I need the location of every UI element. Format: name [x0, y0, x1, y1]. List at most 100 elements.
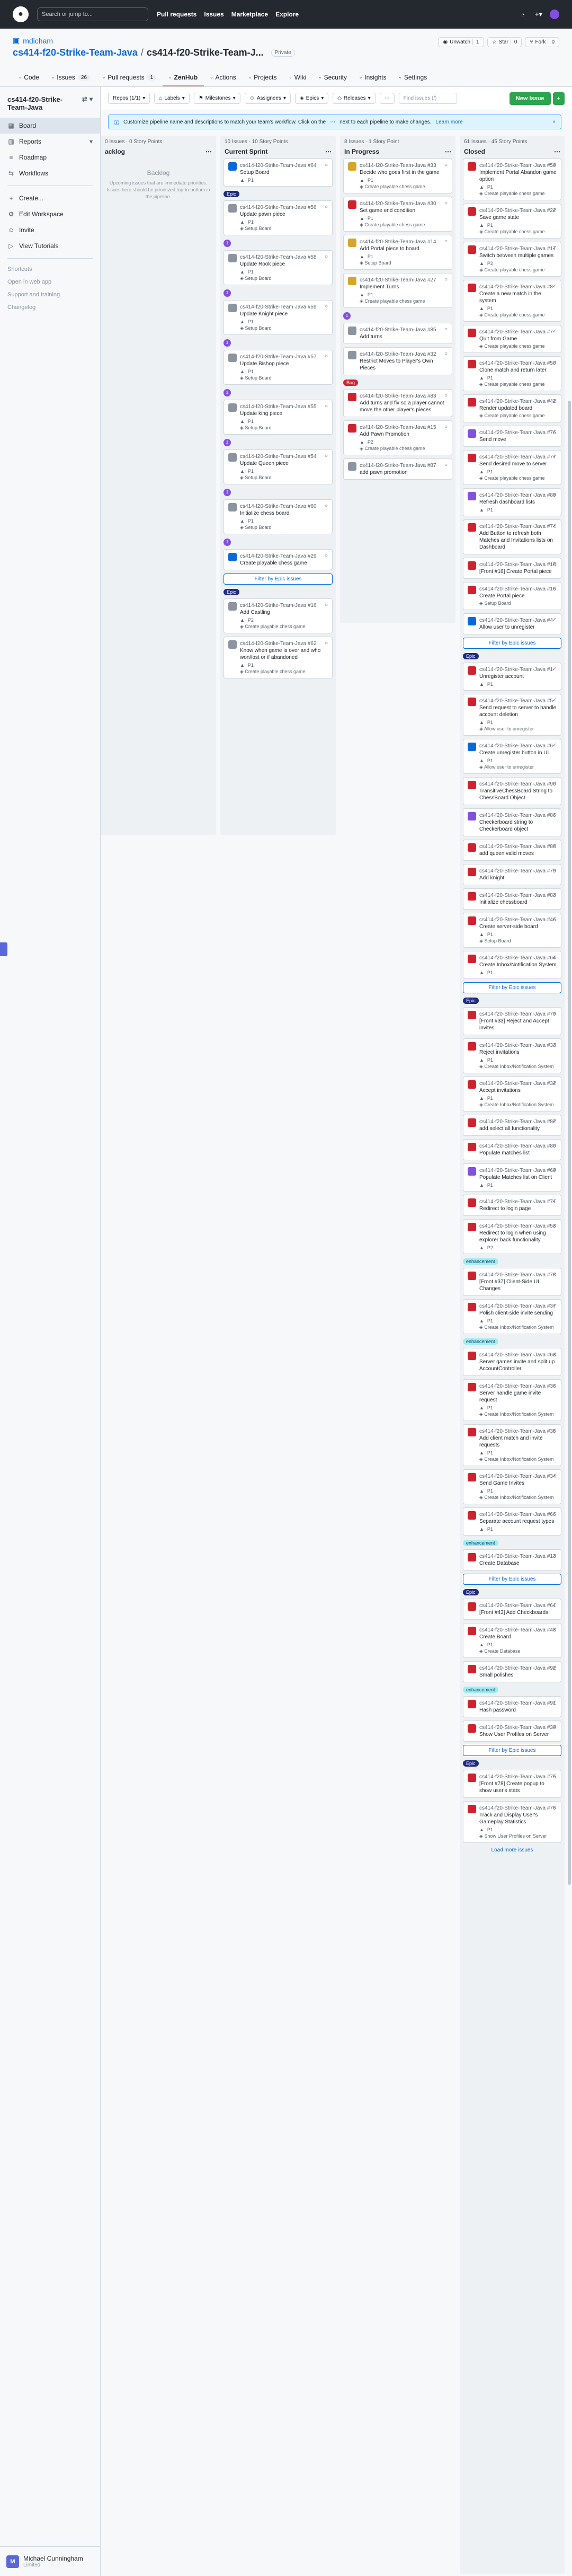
issue-card[interactable]: cs414-f20-Strike-Team-Java #53 Redirect t… [463, 1219, 561, 1254]
sidebar-link-changelog[interactable]: Changelog [0, 301, 100, 314]
sidebar-item-reports[interactable]: ▥ Reports ▾ [0, 134, 100, 149]
issue-card[interactable]: cs414-f20-Strike-Team-Java #59 Update Kni… [224, 300, 333, 335]
issue-card[interactable]: cs414-f20-Strike-Team-Java #43 Create Boa… [463, 1623, 561, 1658]
issue-card[interactable]: cs414-f20-Strike-Team-Java #75 [Front #78… [463, 1770, 561, 1798]
issue-card[interactable]: cs414-f20-Strike-Team-Java #18 [Front #16… [463, 558, 561, 579]
issue-card[interactable]: cs414-f20-Strike-Team-Java #15 Add Pawn P… [343, 420, 452, 455]
issue-card[interactable]: cs414-f20-Strike-Team-Java #7 Quit from G… [463, 325, 561, 353]
issue-card[interactable]: cs414-f20-Strike-Team-Java #63 Server gam… [463, 1348, 561, 1376]
sidebar-collapse-handle[interactable] [0, 942, 7, 956]
issue-card[interactable]: cs414-f20-Strike-Team-Java #50 Clone matc… [463, 356, 561, 391]
nav-issues[interactable]: Issues [204, 11, 224, 18]
issue-card[interactable]: cs414-f20-Strike-Team-Java #36 Server han… [463, 1379, 561, 1421]
sidebar-link-web-app[interactable]: Open in web app [0, 276, 100, 288]
sidebar-item-workflows[interactable]: ⇆ Workflows [0, 165, 100, 181]
issue-card[interactable]: cs414-f20-Strike-Team-Java #29 Create pla… [224, 549, 333, 570]
pipeline-title[interactable]: Current Sprint ⋯ [220, 147, 336, 158]
issue-card[interactable]: cs414-f20-Strike-Team-Java #5 Send reques… [463, 694, 561, 736]
unwatch-button[interactable]: ◉ Unwatch 1 [438, 37, 484, 47]
tab-settings[interactable]: ◦ Settings [393, 69, 434, 86]
issue-card[interactable]: cs414-f20-Strike-Team-Java #16 Add Castli… [224, 598, 333, 633]
issue-card[interactable]: cs414-f20-Strike-Team-Java #6 Create unre… [463, 739, 561, 774]
nav-explore[interactable]: Explore [275, 11, 299, 18]
nav-marketplace[interactable]: Marketplace [231, 11, 268, 18]
issue-card[interactable]: cs414-f20-Strike-Team-Java #34 Send Game … [463, 1469, 561, 1504]
more-icon[interactable]: ⋯ [445, 148, 451, 155]
issue-card[interactable]: cs414-f20-Strike-Team-Java #74 Add Button… [463, 519, 561, 554]
scrollbar-thumb[interactable] [568, 401, 571, 1885]
issue-card[interactable]: cs414-f20-Strike-Team-Java #56 Update paw… [224, 200, 333, 235]
issue-card[interactable]: cs414-f20-Strike-Team-Java #54 Update Que… [224, 449, 333, 484]
issue-card[interactable]: cs414-f20-Strike-Team-Java #69 Populate M… [463, 1163, 561, 1192]
issue-card[interactable]: cs414-f20-Strike-Team-Java #86 Checkerboa… [463, 808, 561, 836]
issue-card[interactable]: cs414-f20-Strike-Team-Java #13 Create Dat… [463, 1549, 561, 1571]
filter-labels[interactable]: ⌂ Labels ▾ [154, 93, 190, 104]
issue-card[interactable]: cs414-f20-Strike-Team-Java #37 Polish cli… [463, 1299, 561, 1334]
tab-projects[interactable]: ◦ Projects [243, 69, 283, 86]
sidebar-link-shortcuts[interactable]: Shortcuts [0, 263, 100, 276]
issue-card[interactable]: cs414-f20-Strike-Team-Java #61 [Front #43… [463, 1599, 561, 1620]
filter-by-epic-button[interactable]: Filter by Epic issues [463, 982, 561, 993]
tab-zenhub[interactable]: ◦ ZenHub [163, 69, 204, 86]
issue-card[interactable]: cs414-f20-Strike-Team-Java #78 [Front #37… [463, 1268, 561, 1296]
repo-name-link[interactable]: cs414-f20-Strike-Team-Java [13, 47, 138, 58]
issue-card[interactable]: cs414-f20-Strike-Team-Java #27 Implement … [343, 273, 452, 308]
tab-security[interactable]: ◦ Security [312, 69, 353, 86]
avatar[interactable] [550, 10, 559, 19]
issue-card[interactable]: cs414-f20-Strike-Team-Java #66 Separate a… [463, 1507, 561, 1536]
pipeline-title[interactable]: acklog ⋯ [101, 147, 216, 158]
issue-card[interactable]: cs414-f20-Strike-Team-Java #76 Send move ✓ [463, 426, 561, 447]
filter-milestones[interactable]: ⚑ Milestones ▾ [193, 93, 240, 104]
issue-card[interactable]: cs414-f20-Strike-Team-Java #14 Add Portal… [343, 235, 452, 270]
chevron-down-icon[interactable]: ▾ [90, 95, 93, 111]
filter-by-epic-button[interactable]: Filter by Epic issues [463, 1574, 561, 1585]
more-icon[interactable]: ⋯ [325, 148, 332, 155]
issue-card[interactable]: cs414-f20-Strike-Team-Java #71 Redirect t… [463, 1195, 561, 1216]
more-filters-button[interactable]: ⋯ [379, 93, 395, 104]
close-icon[interactable]: × [552, 119, 556, 125]
issue-card[interactable]: cs414-f20-Strike-Team-Java #39 Show User … [463, 1721, 561, 1742]
issue-card[interactable]: cs414-f20-Strike-Team-Java #64 Setup Boar… [224, 158, 333, 187]
load-more-link[interactable]: Load more issues [460, 1847, 565, 1853]
filter-by-epic-button[interactable]: Filter by Epic issues [463, 638, 561, 649]
tab-actions[interactable]: ◦ Actions [204, 69, 243, 86]
zenhub-workspace-name[interactable]: cs414-f20-Strike-Team-J... [147, 47, 264, 58]
issue-card[interactable]: cs414-f20-Strike-Team-Java #58 Update Roo… [224, 250, 333, 285]
issue-card[interactable]: cs414-f20-Strike-Team-Java #32 Accept inv… [463, 1077, 561, 1111]
sidebar-item-tutorials[interactable]: ▷ View Tutorials [0, 238, 100, 254]
global-search-input[interactable]: Search or jump to... [37, 7, 148, 21]
issue-card[interactable]: cs414-f20-Strike-Team-Java #90 Transitive… [463, 777, 561, 805]
issue-card[interactable]: cs414-f20-Strike-Team-Java #8 Create a ne… [463, 280, 561, 322]
nav-pull-requests[interactable]: Pull requests [157, 11, 196, 18]
issue-card[interactable]: cs414-f20-Strike-Team-Java #79 [Front #33… [463, 1007, 561, 1035]
issue-card[interactable]: cs414-f20-Strike-Team-Java #92 Small poli… [463, 1661, 561, 1682]
issue-card[interactable]: cs414-f20-Strike-Team-Java #55 Update kin… [224, 400, 333, 435]
issue-card[interactable]: cs414-f20-Strike-Team-Java #22 Save game … [463, 204, 561, 239]
filter-repos[interactable]: Repos (1/1) ▾ [108, 93, 150, 104]
filter-epics[interactable]: ◈ Epics ▾ [295, 93, 329, 104]
issue-card[interactable]: cs414-f20-Strike-Team-Java #30 Set game e… [343, 197, 452, 232]
issue-card[interactable]: cs414-f20-Strike-Team-Java #33 Decide who… [343, 158, 452, 193]
issue-card[interactable]: cs414-f20-Strike-Team-Java #77 Send desir… [463, 450, 561, 485]
issue-card[interactable]: cs414-f20-Strike-Team-Java #64 Create Inb… [463, 951, 561, 979]
star-button[interactable]: ☆ Star 0 [487, 37, 522, 47]
issue-card[interactable]: cs414-f20-Strike-Team-Java #88 add queen … [463, 840, 561, 861]
issue-card[interactable]: cs414-f20-Strike-Team-Java #4 Allow user … [463, 613, 561, 634]
more-icon[interactable]: ⋯ [205, 148, 212, 155]
issue-card[interactable]: cs414-f20-Strike-Team-Java #82 add select… [463, 1115, 561, 1136]
issue-card[interactable]: cs414-f20-Strike-Team-Java #89 Refresh da… [463, 488, 561, 516]
issue-card[interactable]: cs414-f20-Strike-Team-Java #35 Add client… [463, 1424, 561, 1466]
tab-code[interactable]: ◦ Code [13, 69, 46, 86]
sidebar-item-create[interactable]: + Create... [0, 190, 100, 206]
issue-card[interactable]: cs414-f20-Strike-Team-Java #57 Update Bis… [224, 350, 333, 385]
tab-wiki[interactable]: ◦ Wiki [283, 69, 312, 86]
issue-search-input[interactable]: Find issues (/) [398, 93, 457, 104]
filter-by-epic-button[interactable]: Filter by Epic issues [224, 574, 333, 585]
issue-card[interactable]: cs414-f20-Strike-Team-Java #46 Create ser… [463, 913, 561, 948]
tab-insights[interactable]: ◦ Insights [353, 69, 393, 86]
issue-card[interactable]: cs414-f20-Strike-Team-Java #83 Add turns … [343, 389, 452, 417]
issue-card[interactable]: cs414-f20-Strike-Team-Java #79 Add knight… [463, 864, 561, 885]
bell-icon[interactable]: ◔ [518, 10, 528, 19]
learn-more-link[interactable]: Learn more [436, 119, 463, 125]
issue-card[interactable]: cs414-f20-Strike-Team-Java #59 Implement … [463, 158, 561, 200]
